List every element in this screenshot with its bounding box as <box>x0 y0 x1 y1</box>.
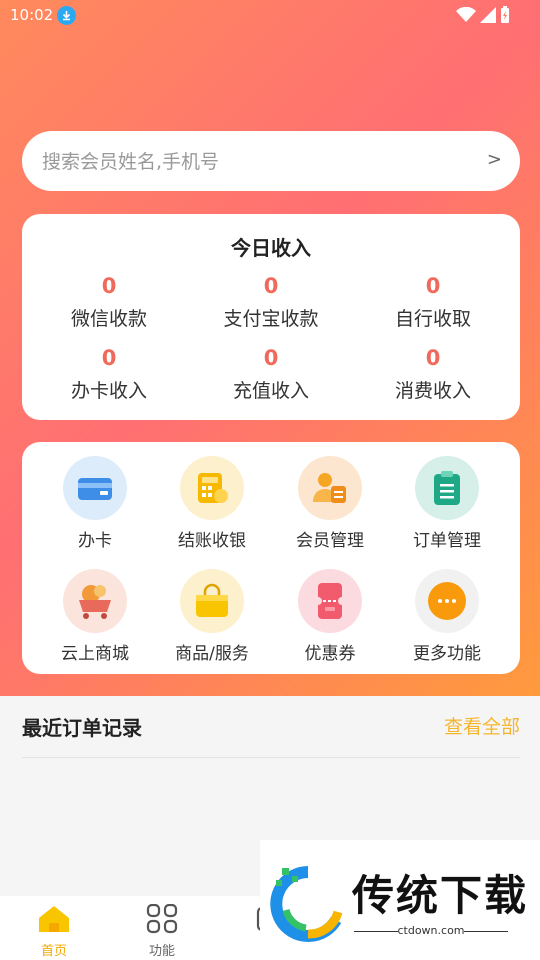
function-goods-service[interactable]: 商品/服务 <box>153 569 271 664</box>
function-label: 云上商城 <box>61 644 129 664</box>
watermark-logo-icon <box>270 866 343 942</box>
member-search-bar[interactable]: > <box>22 131 520 191</box>
income-value: 0 <box>425 274 441 298</box>
income-recharge[interactable]: 0 充值收入 <box>188 346 354 403</box>
income-self[interactable]: 0 自行收取 <box>350 274 516 331</box>
function-coupon[interactable]: 优惠券 <box>271 569 389 664</box>
function-label: 订单管理 <box>413 531 481 551</box>
income-label: 办卡收入 <box>70 380 147 402</box>
download-icon <box>57 6 76 25</box>
function-label: 优惠券 <box>304 644 356 664</box>
clipboard-icon <box>415 456 479 520</box>
function-checkout[interactable]: 结账收银 <box>153 456 271 551</box>
battery-icon <box>501 6 509 23</box>
tab-home[interactable]: 首页 <box>0 904 108 959</box>
income-wechat[interactable]: 0 微信收款 <box>26 274 192 331</box>
search-input[interactable] <box>40 145 464 179</box>
tab-label: 功能 <box>148 944 175 959</box>
function-label: 办卡 <box>78 531 112 551</box>
home-icon <box>39 906 69 932</box>
watermark-overlay: 传统下载 ctdown.com <box>260 840 540 960</box>
function-member-management[interactable]: 会员管理 <box>271 456 389 551</box>
income-card[interactable]: 0 办卡收入 <box>26 346 192 403</box>
function-label: 更多功能 <box>413 644 481 664</box>
watermark-brand: 传统下载 <box>352 871 529 920</box>
status-icons <box>456 6 510 24</box>
function-cloud-mall[interactable]: 云上商城 <box>36 569 154 664</box>
income-value: 0 <box>101 274 117 298</box>
search-arrow-icon[interactable]: > <box>487 149 502 170</box>
income-value: 0 <box>263 346 279 370</box>
function-label: 商品/服务 <box>175 644 249 664</box>
status-time: 10:02 <box>10 6 54 24</box>
wifi-icon <box>456 7 476 22</box>
coupon-icon <box>298 569 362 633</box>
status-bar: 10:02 <box>0 0 540 32</box>
recent-orders-title: 最近订单记录 <box>22 716 142 740</box>
income-value: 0 <box>263 274 279 298</box>
today-income-card: 今日收入 0 微信收款 0 支付宝收款 0 自行收取 0 办卡收入 0 充值收入… <box>22 214 520 420</box>
function-label: 会员管理 <box>296 531 364 551</box>
function-label: 结账收银 <box>178 531 246 551</box>
income-alipay[interactable]: 0 支付宝收款 <box>188 274 354 331</box>
tab-functions[interactable]: 功能 <box>108 903 216 959</box>
income-label: 支付宝收款 <box>223 308 319 330</box>
income-label: 自行收取 <box>394 308 471 330</box>
income-consume[interactable]: 0 消费收入 <box>350 346 516 403</box>
recent-orders-header: 最近订单记录 查看全部 <box>22 712 520 742</box>
income-label: 消费收入 <box>394 380 471 402</box>
member-icon <box>298 456 362 520</box>
function-order-management[interactable]: 订单管理 <box>388 456 506 551</box>
tab-label: 首页 <box>40 944 67 959</box>
shopping-bag-icon <box>180 569 244 633</box>
more-icon <box>415 569 479 633</box>
signal-icon <box>480 7 496 23</box>
income-value: 0 <box>425 346 441 370</box>
income-label: 微信收款 <box>70 308 147 330</box>
income-title: 今日收入 <box>231 236 311 260</box>
shopping-cart-icon <box>63 569 127 633</box>
divider <box>22 757 520 758</box>
income-value: 0 <box>101 346 117 370</box>
function-grid: 办卡 结账收银 会员管理 订单管理 云上商城 商品/服务 优惠券 更多功能 <box>22 442 520 674</box>
view-all-link[interactable]: 查看全部 <box>444 712 520 739</box>
function-more[interactable]: 更多功能 <box>388 569 506 664</box>
watermark-line <box>464 931 508 932</box>
function-open-card[interactable]: 办卡 <box>36 456 154 551</box>
income-label: 充值收入 <box>232 380 309 402</box>
grid-icon <box>146 903 178 934</box>
card-icon <box>63 456 127 520</box>
calculator-icon <box>180 456 244 520</box>
